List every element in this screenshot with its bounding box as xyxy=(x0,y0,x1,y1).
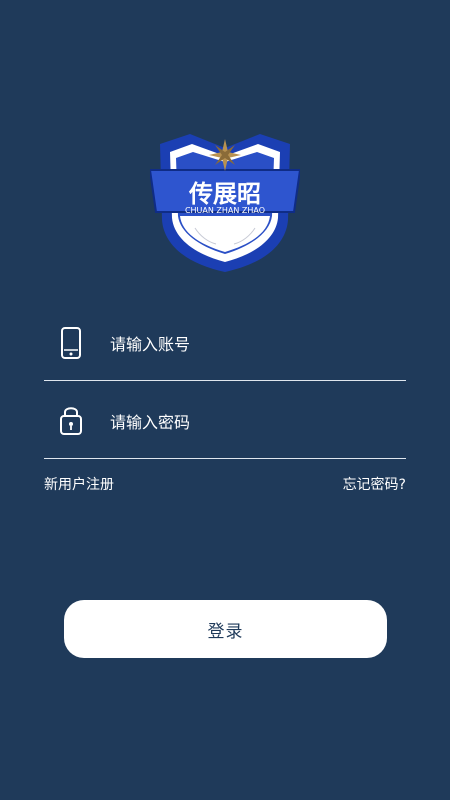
account-input[interactable] xyxy=(110,326,390,362)
account-field xyxy=(44,320,406,381)
forgot-password-link[interactable]: 忘记密码? xyxy=(343,474,406,494)
register-link[interactable]: 新用户注册 xyxy=(44,474,114,494)
lock-icon xyxy=(58,404,84,438)
phone-icon xyxy=(58,326,84,360)
logo-subtitle: CHUAN ZHAN ZHAO xyxy=(184,206,266,215)
password-field xyxy=(44,398,406,459)
login-button[interactable]: 登录 xyxy=(64,600,387,658)
password-input[interactable] xyxy=(110,404,390,440)
logo-title: 传展昭 xyxy=(189,180,261,208)
app-logo: 传展昭 CHUAN ZHAN ZHAO xyxy=(148,124,302,274)
